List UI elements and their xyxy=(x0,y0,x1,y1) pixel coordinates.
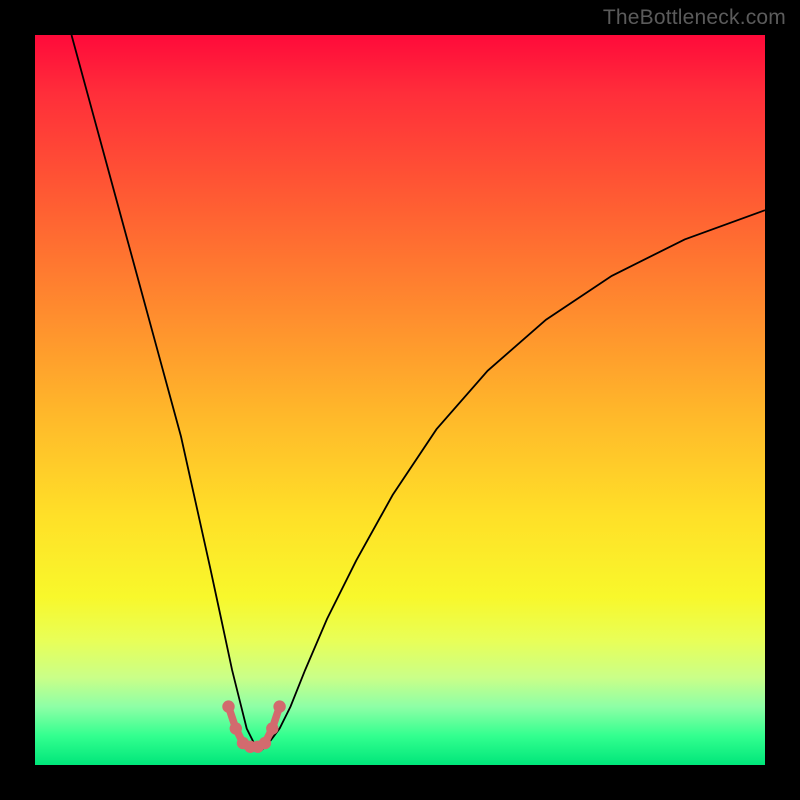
bead-dot xyxy=(259,737,271,749)
bottleneck-curve xyxy=(72,35,766,750)
bead-dot xyxy=(273,700,285,712)
bead-dot xyxy=(266,722,278,734)
bead-dot xyxy=(230,722,242,734)
bead-dot xyxy=(222,700,234,712)
chart-svg xyxy=(35,35,765,765)
watermark-text: TheBottleneck.com xyxy=(603,6,786,30)
curve-bottom-beads xyxy=(222,700,285,753)
plot-area xyxy=(35,35,765,765)
